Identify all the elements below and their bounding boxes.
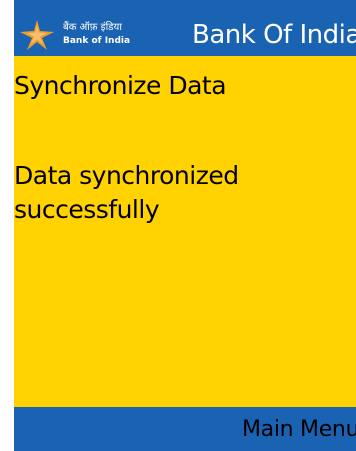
main-menu-softkey[interactable]: Main Menu: [242, 415, 356, 445]
status-message: Data synchronized successfully: [14, 161, 239, 224]
bank-logo: बैंक ऑफ़ इंडिया Bank of India: [20, 20, 175, 50]
star-logo-icon: [20, 20, 54, 50]
phone-screen: बैंक ऑफ़ इंडिया Bank of India Bank Of In…: [14, 0, 356, 451]
logo-english-text: Bank of India: [63, 36, 131, 46]
logo-hindi-text: बैंक ऑफ़ इंडिया: [63, 22, 122, 33]
page-title: Synchronize Data: [14, 71, 227, 100]
softkey-bar: Main Menu: [14, 407, 356, 451]
app-title: Bank Of India: [192, 20, 356, 50]
app-header: बैंक ऑफ़ इंडिया Bank of India Bank Of In…: [14, 0, 356, 56]
